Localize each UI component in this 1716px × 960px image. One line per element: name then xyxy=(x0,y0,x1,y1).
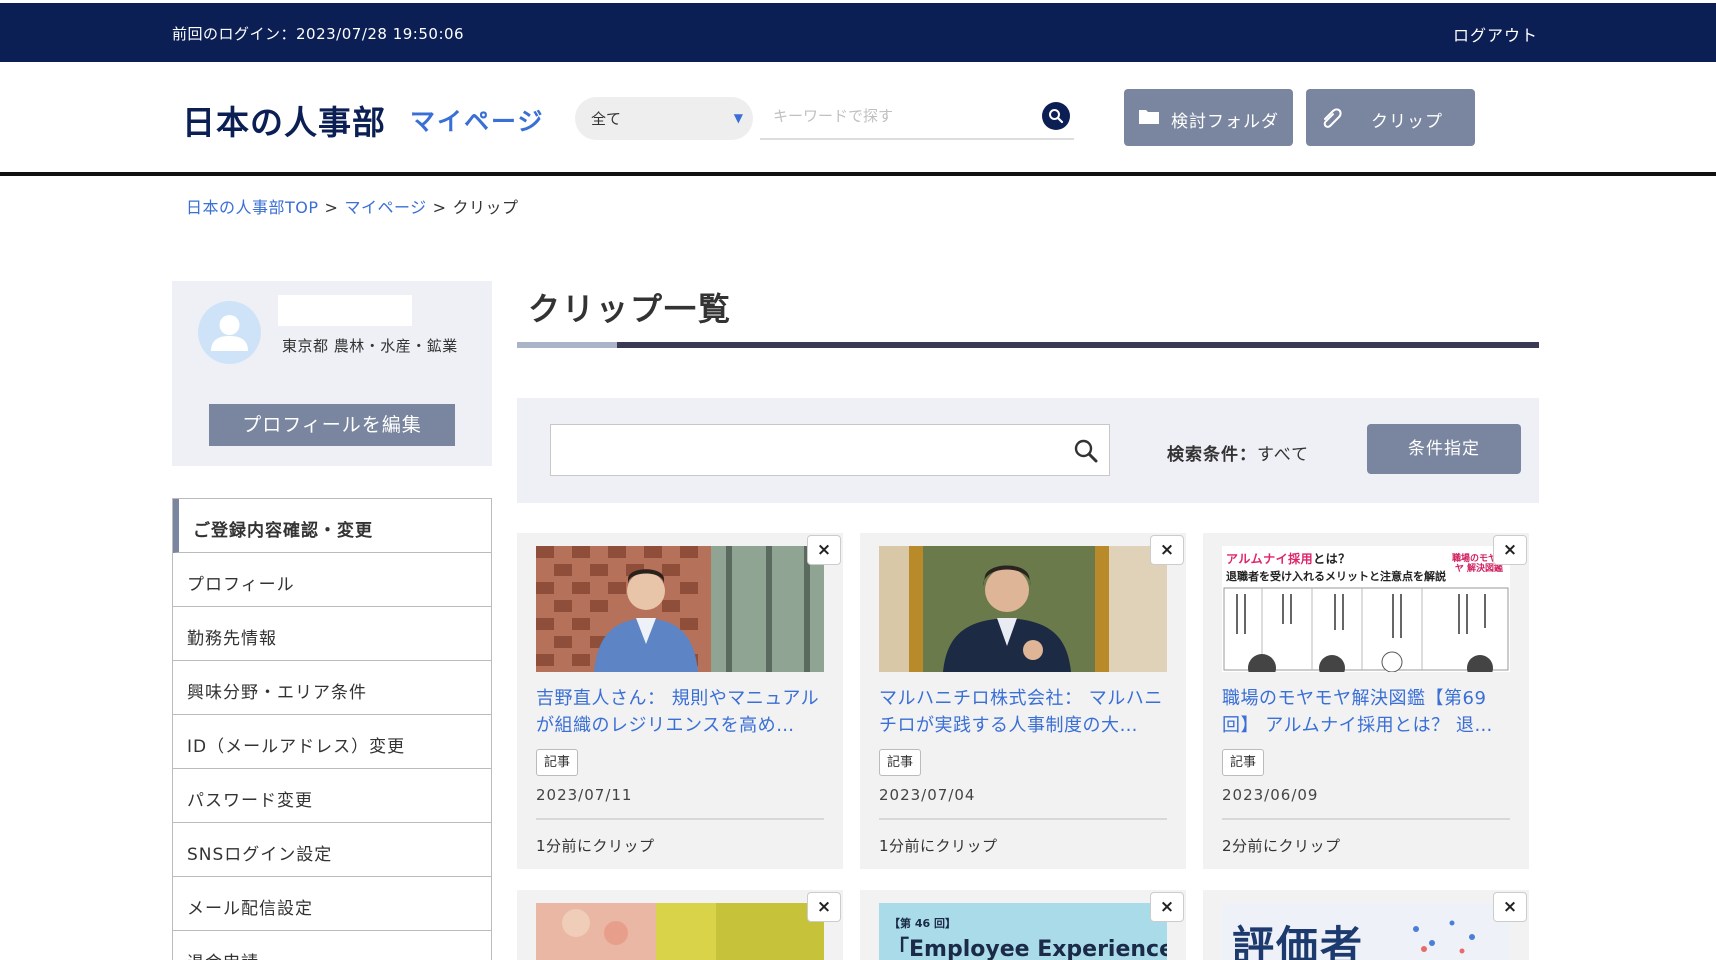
article-title-link[interactable]: 職場のモヤモヤ解決図鑑【第69回】 アルムナイ採用とは？ 退… xyxy=(1222,685,1514,741)
menu-item-workplace[interactable]: 勤務先情報 xyxy=(173,607,491,661)
remove-clip-button[interactable]: × xyxy=(1150,535,1184,565)
article-thumbnail[interactable]: 【第 46 回】 「Employee Experience xyxy=(879,903,1167,960)
search-condition-value: すべて xyxy=(1257,445,1310,465)
search-scope-select[interactable]: 全て ▼ xyxy=(575,97,753,140)
menu-item-profile[interactable]: プロフィール xyxy=(173,553,491,607)
top-bar: 前回のログイン：2023/07/28 19:50:06 ログアウト xyxy=(0,0,1716,62)
clip-search-input[interactable] xyxy=(551,425,1051,473)
clip-time: 2分前にクリップ xyxy=(1222,837,1341,855)
content-type-tag: 記事 xyxy=(536,749,579,776)
breadcrumb-top-link[interactable]: 日本の人事部TOP xyxy=(186,198,319,217)
folder-icon xyxy=(1138,107,1160,130)
search-icon[interactable] xyxy=(1042,102,1070,130)
article-title-link[interactable]: マルハニチロ株式会社： マルハニチロが実践する人事制度の大… xyxy=(879,685,1171,741)
article-thumbnail[interactable] xyxy=(536,546,824,672)
article-thumbnail[interactable]: 評価者 xyxy=(1222,903,1510,960)
breadcrumb-separator: > xyxy=(324,198,339,217)
clip-button[interactable]: クリップ xyxy=(1306,89,1475,146)
clip-card[interactable]: × 吉野直人さん： 規則やマニュアルが組織のレジリエンスを高め… 記事 2023… xyxy=(517,533,843,869)
title-underline xyxy=(517,342,1539,348)
thumb-headline: 評価者 xyxy=(1232,922,1365,960)
clip-card[interactable]: 【第 46 回】 「Employee Experience × xyxy=(860,890,1186,960)
search-scope-value: 全て xyxy=(591,110,622,128)
clip-time: 1分前にクリップ xyxy=(879,837,998,855)
search-condition: 検索条件：すべて xyxy=(1167,440,1309,465)
search-condition-label: 検索条件： xyxy=(1167,445,1257,465)
user-name-field xyxy=(278,295,412,326)
clip-filter-panel: 検索条件：すべて 条件指定 xyxy=(517,398,1539,503)
review-folder-button[interactable]: 検討フォルダ xyxy=(1124,89,1293,146)
remove-clip-button[interactable]: × xyxy=(807,892,841,922)
menu-item-interests[interactable]: 興味分野・エリア条件 xyxy=(173,661,491,715)
remove-clip-button[interactable]: × xyxy=(807,535,841,565)
card-divider xyxy=(1222,818,1510,820)
menu-item-mail-settings[interactable]: メール配信設定 xyxy=(173,877,491,931)
card-divider xyxy=(536,818,824,820)
thumb-caption: とは？ xyxy=(1313,552,1351,566)
breadcrumb-separator: > xyxy=(432,198,447,217)
article-thumbnail[interactable] xyxy=(879,546,1167,672)
menu-item-password[interactable]: パスワード変更 xyxy=(173,769,491,823)
remove-clip-button[interactable]: × xyxy=(1150,892,1184,922)
review-folder-label: 検討フォルダ xyxy=(1171,112,1279,132)
logout-link[interactable]: ログアウト xyxy=(1453,22,1538,46)
clip-card[interactable]: × xyxy=(517,890,843,960)
menu-item-sns-login[interactable]: SNSログイン設定 xyxy=(173,823,491,877)
settings-menu: ご登録内容確認・変更 プロフィール 勤務先情報 興味分野・エリア条件 ID（メー… xyxy=(172,498,492,960)
user-icon xyxy=(211,315,248,351)
chevron-down-icon: ▼ xyxy=(733,111,743,125)
menu-item-email-change[interactable]: ID（メールアドレス）変更 xyxy=(173,715,491,769)
clip-label: クリップ xyxy=(1371,112,1443,132)
set-conditions-button[interactable]: 条件指定 xyxy=(1367,424,1521,474)
edit-profile-button[interactable]: プロフィールを編集 xyxy=(209,404,455,446)
thumb-caption-highlight: アルムナイ採用 xyxy=(1226,552,1314,566)
remove-clip-button[interactable]: × xyxy=(1493,892,1527,922)
page-title: クリップ一覧 xyxy=(528,290,733,328)
article-date: 2023/07/11 xyxy=(536,786,633,804)
menu-header-registration: ご登録内容確認・変更 xyxy=(173,499,491,553)
article-thumbnail[interactable] xyxy=(536,903,824,960)
thumb-subcaption: 退職者を受け入れるメリットと注意点を解説 xyxy=(1226,570,1446,583)
profile-card: 東京都 農林・水産・鉱業 プロフィールを編集 xyxy=(172,281,492,466)
breadcrumb-current: クリップ xyxy=(452,198,519,217)
avatar xyxy=(198,301,261,364)
content-type-tag: 記事 xyxy=(1222,749,1265,776)
mypage-logo[interactable]: マイページ xyxy=(410,102,545,138)
site-logo[interactable]: 日本の人事部 xyxy=(182,96,386,144)
user-location-industry: 東京都 農林・水産・鉱業 xyxy=(282,337,458,355)
search-icon[interactable] xyxy=(1073,438,1099,464)
clip-card[interactable]: アルムナイ採用とは？ 退職者を受け入れるメリットと注意点を解説 職場のモヤモヤ … xyxy=(1203,533,1529,869)
clip-card[interactable]: × マルハニチロ株式会社： マルハニチロが実践する人事制度の大… 記事 2023… xyxy=(860,533,1186,869)
breadcrumb: 日本の人事部TOP > マイページ > クリップ xyxy=(186,194,519,218)
remove-clip-button[interactable]: × xyxy=(1493,535,1527,565)
article-date: 2023/06/09 xyxy=(1222,786,1319,804)
card-divider xyxy=(879,818,1167,820)
keyword-search xyxy=(760,96,1074,140)
menu-item-withdraw[interactable]: 退会申請 xyxy=(173,931,491,960)
thumb-headline: 「Employee Experience xyxy=(887,937,1167,960)
site-header: 日本の人事部 マイページ 全て ▼ 検討フォルダ クリップ xyxy=(0,62,1716,176)
clip-search-box xyxy=(550,424,1110,476)
thumb-badge: 【第 46 回】 xyxy=(889,917,956,930)
last-login-text: 前回のログイン：2023/07/28 19:50:06 xyxy=(172,25,465,43)
article-date: 2023/07/04 xyxy=(879,786,976,804)
article-thumbnail[interactable]: アルムナイ採用とは？ 退職者を受け入れるメリットと注意点を解説 職場のモヤモヤ … xyxy=(1222,546,1510,672)
keyword-search-input[interactable] xyxy=(760,96,1020,136)
paperclip-icon xyxy=(1320,107,1344,134)
content-type-tag: 記事 xyxy=(879,749,922,776)
clip-time: 1分前にクリップ xyxy=(536,837,655,855)
clip-card[interactable]: 評価者 × xyxy=(1203,890,1529,960)
article-title-link[interactable]: 吉野直人さん： 規則やマニュアルが組織のレジリエンスを高め… xyxy=(536,685,828,741)
breadcrumb-mypage-link[interactable]: マイページ xyxy=(344,198,426,217)
